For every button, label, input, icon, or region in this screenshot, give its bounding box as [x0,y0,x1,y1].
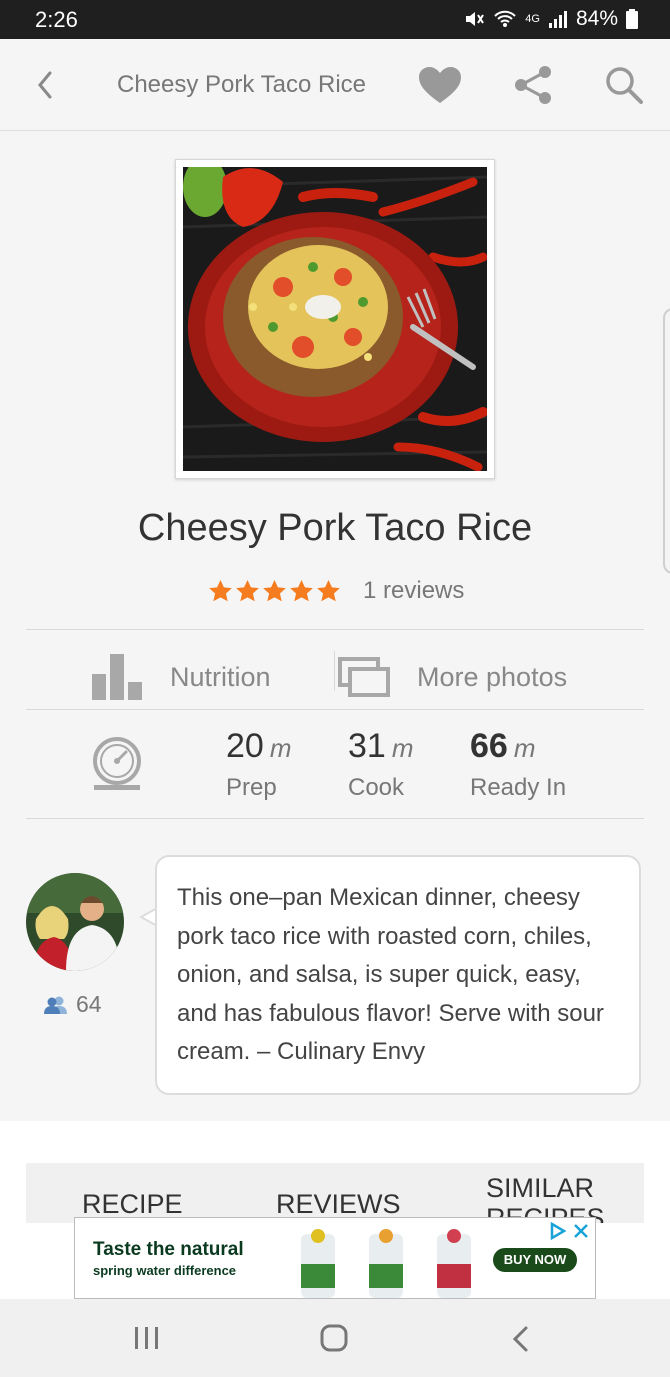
ad-headline: Taste the natural [93,1239,244,1260]
ready-time-value: 66 [470,727,508,765]
favorite-button[interactable] [417,65,463,105]
author-avatar[interactable] [26,873,124,971]
recipe-photo[interactable] [175,159,495,479]
nutrition-label: Nutrition [170,661,271,692]
recipe-content: Cheesy Pork Taco Rice 1 reviews Nutritio… [0,131,670,1121]
followers-count: 64 [76,991,102,1017]
battery-icon [626,9,638,29]
timer-icon [93,737,141,790]
battery-percent: 84% [575,7,618,30]
mute-icon [466,12,485,26]
nutrition-button[interactable]: Nutrition [90,645,271,709]
search-button[interactable] [604,65,644,105]
star-icon [209,579,232,601]
more-photos-label: More photos [417,661,568,692]
home-icon[interactable] [319,1323,349,1353]
cook-time-value: 31 [348,727,386,765]
followers-icon [44,996,67,1014]
star-icon [317,579,340,601]
tab-reviews[interactable]: REVIEWS [276,1189,401,1220]
prep-time-value: 20 [226,727,264,765]
ready-time: 66 m Ready In [470,727,566,802]
star-icon [263,579,286,601]
cook-time-label: Cook [348,774,405,801]
scroll-edge [663,308,670,574]
back-button[interactable] [30,67,62,103]
signal-icon [548,11,567,28]
wifi-icon [494,10,516,27]
recents-icon[interactable] [134,1326,160,1350]
status-bar: 2:26 4G 84% [0,0,670,39]
prep-time-unit: m [269,733,292,763]
app-bar: Cheesy Pork Taco Rice [0,39,670,131]
ad-product-image [301,1229,471,1298]
ad-buy-now-button[interactable]: BUY NOW [493,1248,577,1272]
divider [26,709,644,710]
author-followers[interactable]: 64 [44,991,102,1018]
ad-close-icon[interactable] [572,1222,590,1240]
ad-banner[interactable]: Taste the natural spring water differenc… [74,1217,596,1299]
recipe-title: Cheesy Pork Taco Rice [137,507,533,549]
review-count[interactable]: 1 reviews [363,577,464,605]
photos-icon [338,657,390,697]
tab-recipe[interactable]: RECIPE [82,1189,183,1220]
more-photos-button[interactable]: More photos [337,645,567,709]
recipe-photo-image [183,167,487,471]
prep-time-label: Prep [226,774,277,801]
system-nav-bar [0,1299,670,1377]
cook-time-unit: m [391,733,414,763]
ad-choices-icon[interactable] [549,1222,567,1240]
divider [26,629,644,630]
network-type: 4G [525,13,540,25]
status-icons: 4G 84% [463,7,638,31]
star-icon [236,579,259,601]
rating-row[interactable]: 1 reviews [208,577,464,605]
star-icon [290,579,313,601]
ad-subline: spring water difference [93,1263,237,1278]
recipe-description: This one–pan Mexican dinner, cheesy pork… [155,855,641,1095]
share-button[interactable] [513,65,553,105]
status-time: 2:26 [35,7,78,32]
prep-time: 20 m Prep [226,727,292,802]
ready-time-label: Ready In [470,774,567,801]
cook-time: 31 m Cook [348,727,414,802]
divider [26,818,644,819]
bar-chart-icon [92,654,142,700]
app-bar-title: Cheesy Pork Taco Rice [117,71,366,98]
tab-similar-recipes[interactable]: SIMILAR RECIPES [486,1173,616,1223]
ready-time-unit: m [513,733,536,763]
star-rating [208,579,341,604]
author-photo [26,873,124,971]
recipe-tabs: RECIPE REVIEWS SIMILAR RECIPES [26,1163,644,1223]
vertical-divider [334,651,335,691]
nav-back-icon[interactable] [510,1325,532,1353]
